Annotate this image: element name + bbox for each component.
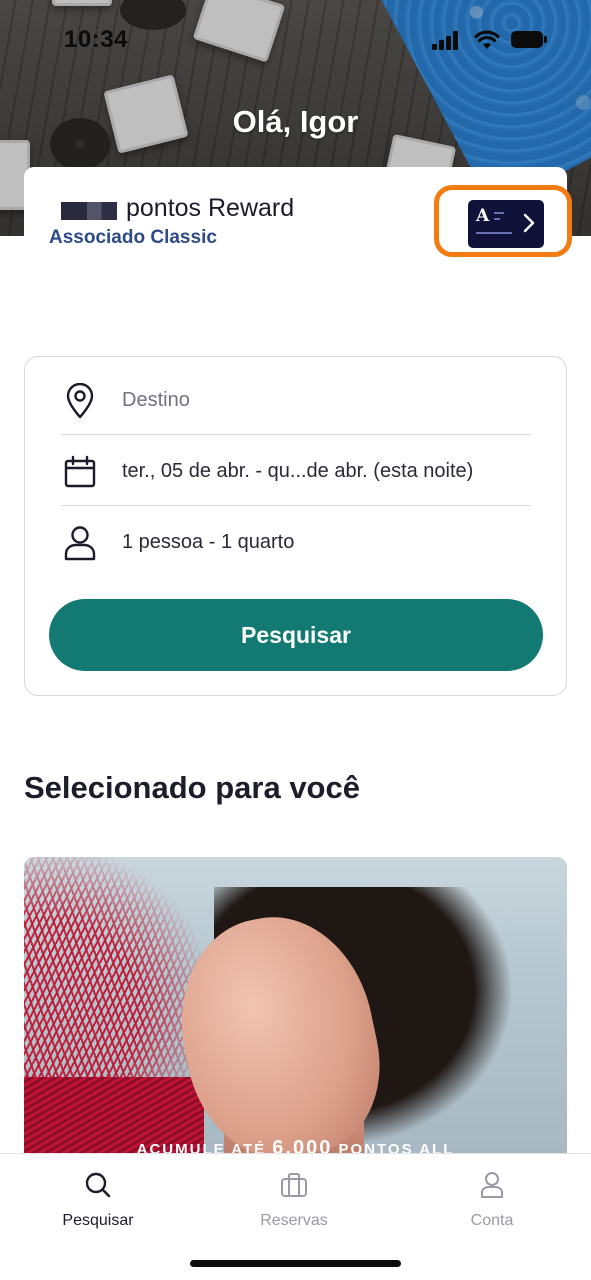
membership-card-button[interactable]: A	[434, 185, 572, 257]
person-icon	[422, 1168, 562, 1202]
card-logo: A	[476, 206, 490, 226]
membership-tier: Associado Classic	[49, 227, 217, 248]
search-button[interactable]: Pesquisar	[49, 599, 543, 671]
destination-placeholder: Destino	[122, 389, 190, 411]
app-screen: 10:34 Olá, Igor pontos Reward Associado …	[0, 0, 591, 1280]
status-time: 10:34	[64, 26, 128, 53]
person-icon	[61, 524, 99, 562]
date-field[interactable]: ter., 05 de abr. - qu...de abr. (esta no…	[61, 436, 531, 506]
status-bar: 10:34	[0, 22, 591, 58]
tab-label: Pesquisar	[62, 1212, 134, 1229]
tab-label: Reservas	[260, 1212, 328, 1229]
tab-label: Conta	[470, 1212, 514, 1229]
destination-field[interactable]: Destino	[61, 365, 531, 435]
battery-icon	[511, 31, 547, 48]
tab-pesquisar[interactable]: Pesquisar	[28, 1168, 168, 1230]
calendar-icon	[61, 453, 99, 491]
tab-conta[interactable]: Conta	[422, 1168, 562, 1230]
tab-reservas[interactable]: Reservas	[224, 1168, 364, 1230]
membership-card-icon: A	[468, 200, 544, 248]
chevron-right-icon	[523, 213, 535, 233]
promo-banner[interactable]: ACUMULE ATÉ 6.000 PONTOS ALL	[24, 857, 567, 1157]
cell-signal-icon	[432, 30, 464, 50]
home-indicator[interactable]	[190, 1260, 401, 1267]
greeting-title: Olá, Igor	[232, 104, 359, 139]
wifi-icon	[474, 30, 500, 49]
points-label: pontos Reward	[126, 194, 295, 222]
rewards-points-card: pontos Reward Associado Classic A	[24, 167, 572, 263]
points-value-redacted	[61, 202, 117, 220]
guests-field[interactable]: 1 pessoa - 1 quarto	[61, 507, 531, 577]
date-range-value: ter., 05 de abr. - qu...de abr. (esta no…	[122, 460, 474, 482]
search-icon	[28, 1168, 168, 1202]
location-pin-icon	[61, 382, 99, 420]
search-form: Destino ter., 05 de abr. - qu...de abr. …	[24, 356, 567, 696]
guests-value: 1 pessoa - 1 quarto	[122, 531, 295, 553]
featured-section-title: Selecionado para você	[24, 770, 360, 805]
briefcase-icon	[224, 1168, 364, 1202]
